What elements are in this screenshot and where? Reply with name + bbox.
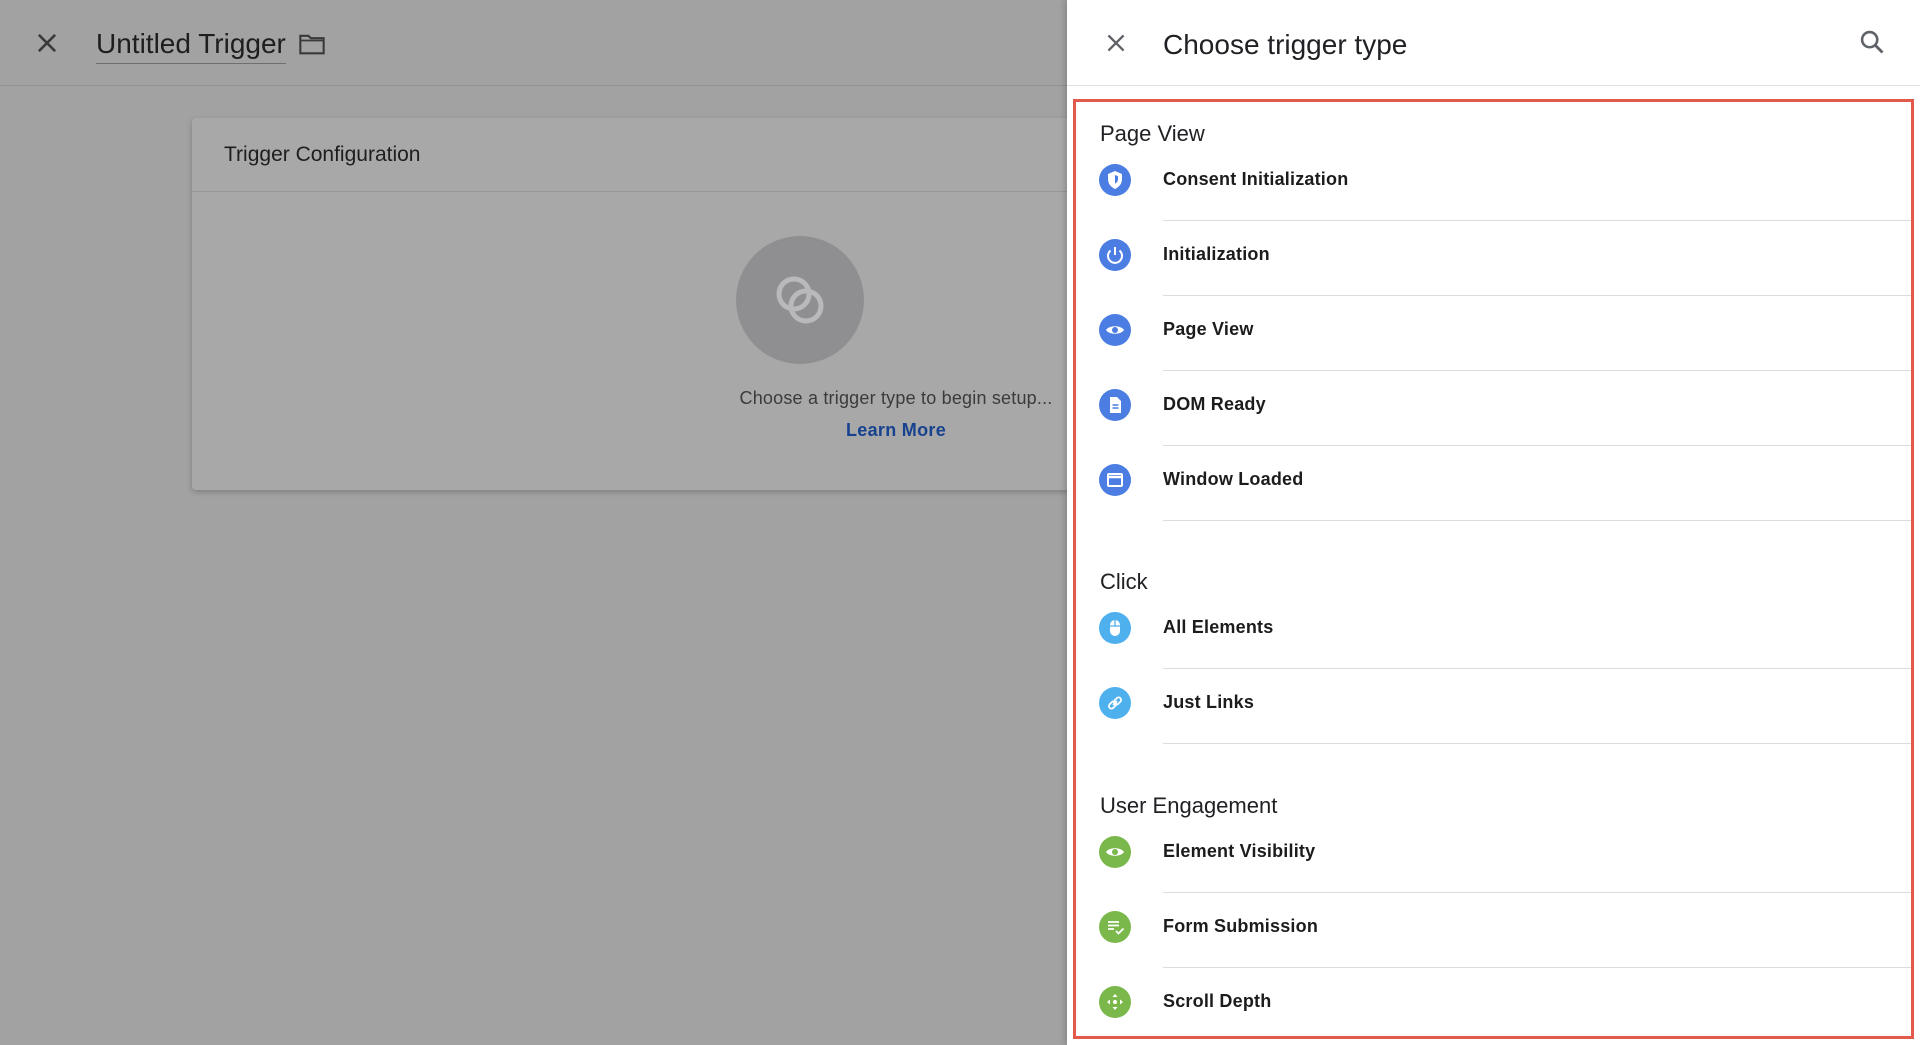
- close-icon[interactable]: [33, 29, 61, 57]
- shield-icon: [1099, 164, 1131, 196]
- drawer-title: Choose trigger type: [1163, 29, 1408, 60]
- trigger-option-consent-initialization[interactable]: Consent Initialization: [1076, 146, 1911, 221]
- card-title: Trigger Configuration: [224, 143, 421, 166]
- folder-icon[interactable]: [298, 32, 326, 56]
- trigger-option-just-links[interactable]: Just Links: [1076, 669, 1911, 744]
- trigger-name-field[interactable]: Untitled Trigger: [96, 27, 286, 64]
- form-check-icon: [1099, 911, 1131, 943]
- trigger-option-label: Initialization: [1163, 244, 1270, 264]
- close-icon[interactable]: [1103, 30, 1129, 56]
- trigger-type-icon: [776, 276, 824, 324]
- power-icon: [1099, 239, 1131, 271]
- search-icon[interactable]: [1858, 28, 1886, 56]
- editor-header: Untitled Trigger: [0, 0, 1067, 86]
- trigger-option-element-visibility[interactable]: Element Visibility: [1076, 818, 1911, 893]
- trigger-option-initialization[interactable]: Initialization: [1076, 221, 1911, 296]
- divider: [1163, 520, 1911, 521]
- trigger-configuration-card[interactable]: Trigger Configuration Choose a trigger t…: [192, 118, 1092, 490]
- trigger-option-dom-ready[interactable]: DOM Ready: [1076, 371, 1911, 446]
- section-title-page-view: Page View: [1100, 121, 1205, 146]
- mouse-icon: [1099, 612, 1131, 644]
- link-icon: [1099, 687, 1131, 719]
- document-icon: [1099, 389, 1131, 421]
- trigger-option-label: DOM Ready: [1163, 394, 1266, 414]
- eye-icon: [1099, 836, 1131, 868]
- trigger-option-window-loaded[interactable]: Window Loaded: [1076, 446, 1911, 521]
- trigger-option-label: Element Visibility: [1163, 841, 1316, 861]
- section-title-click: Click: [1100, 569, 1148, 594]
- trigger-option-label: Scroll Depth: [1163, 991, 1272, 1011]
- trigger-option-label: Form Submission: [1163, 916, 1319, 936]
- eye-icon: [1099, 314, 1131, 346]
- trigger-type-list: Page View Consent Initialization Initial…: [1073, 99, 1914, 1039]
- trigger-option-all-elements[interactable]: All Elements: [1076, 594, 1911, 669]
- trigger-option-page-view[interactable]: Page View: [1076, 296, 1911, 371]
- trigger-option-label: Page View: [1163, 319, 1254, 339]
- move-arrows-icon: [1099, 986, 1131, 1018]
- trigger-option-form-submission[interactable]: Form Submission: [1076, 893, 1911, 968]
- trigger-option-label: Consent Initialization: [1163, 169, 1349, 189]
- trigger-option-label: Window Loaded: [1163, 469, 1304, 489]
- section-title-user-engagement: User Engagement: [1100, 793, 1278, 818]
- trigger-option-label: All Elements: [1163, 617, 1274, 637]
- trigger-placeholder-circle[interactable]: [736, 236, 864, 364]
- trigger-option-scroll-depth[interactable]: Scroll Depth: [1076, 968, 1911, 1036]
- drawer-header: Choose trigger type: [1067, 0, 1920, 86]
- trigger-editor-backdrop: Untitled Trigger Trigger Configuration C…: [0, 0, 1092, 1045]
- window-icon: [1099, 464, 1131, 496]
- divider: [1163, 743, 1911, 744]
- trigger-option-label: Just Links: [1163, 692, 1255, 712]
- choose-trigger-type-drawer: Choose trigger type Page View Consent In…: [1067, 0, 1920, 1045]
